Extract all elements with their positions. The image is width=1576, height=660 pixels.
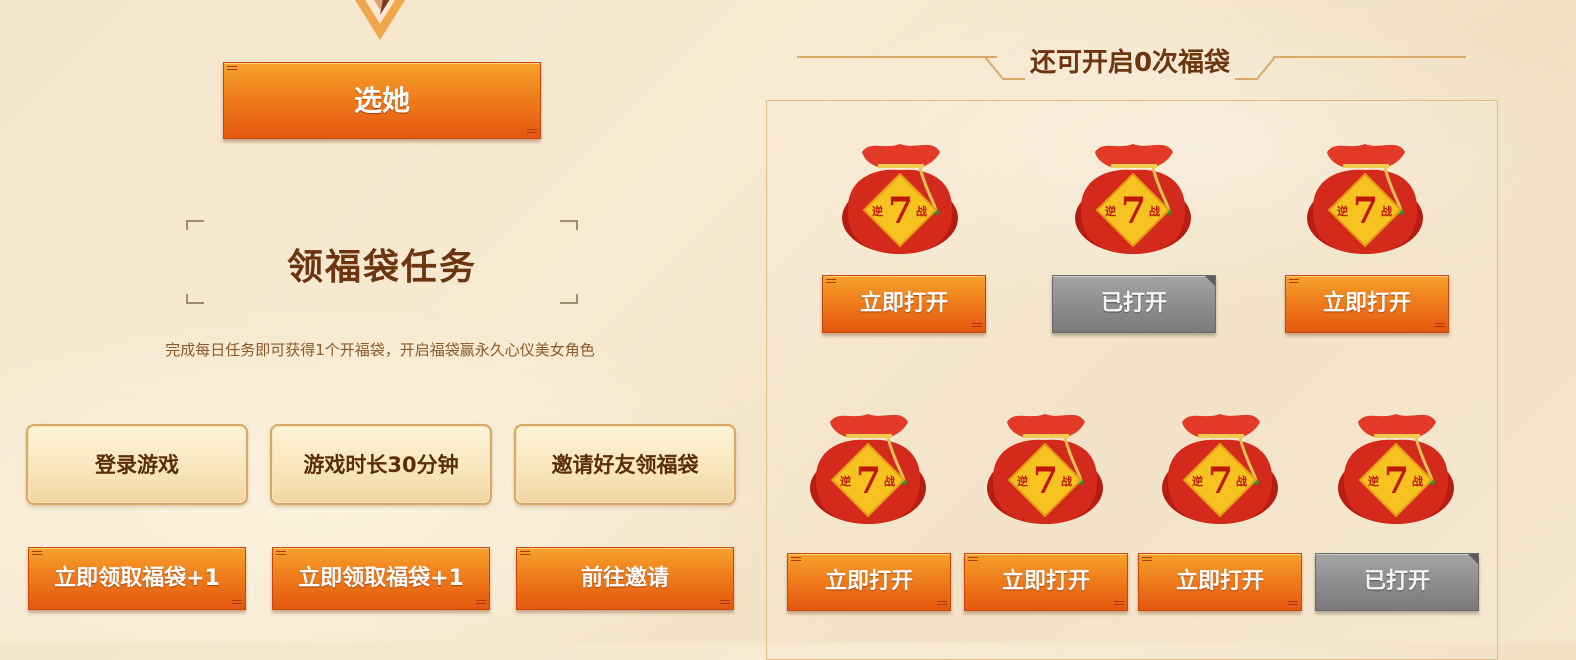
header-divider-right	[1273, 56, 1466, 58]
portrait-frame-tip	[355, 0, 405, 40]
bag-tag-left-char: 逆	[1337, 205, 1348, 218]
lucky-bag-2: 7逆 战	[1073, 130, 1193, 255]
bag-tag-right-char: 战	[916, 205, 927, 218]
bag-tag-left-char: 逆	[1105, 205, 1116, 218]
go-invite-button[interactable]: 前往邀请	[516, 547, 734, 610]
task-card-login: 登录游戏	[26, 424, 248, 505]
bag-opened-button-7: 已打开	[1315, 553, 1479, 611]
bag-tag-number: 7	[1384, 460, 1410, 502]
bag-tag-number: 7	[1353, 190, 1379, 232]
claim-bag-playtime-button[interactable]: 立即领取福袋+1	[272, 547, 490, 610]
bag-tag-right-char: 战	[1412, 475, 1423, 488]
bag-opened-button-2: 已打开	[1052, 275, 1216, 333]
bag-tag-left-char: 逆	[1192, 475, 1203, 488]
task-section-title: 领福袋任务	[286, 247, 477, 288]
lucky-bag-3: 7逆 战	[1305, 130, 1425, 255]
bag-tag-left-char: 逆	[1017, 475, 1028, 488]
lucky-bag-5: 7逆 战	[985, 400, 1105, 525]
bag-tag-number: 7	[856, 460, 882, 502]
task-card-invite: 邀请好友领福袋	[514, 424, 736, 505]
task-card-playtime: 游戏时长30分钟	[270, 424, 492, 505]
lucky-bag-4: 7逆 战	[808, 400, 928, 525]
lucky-bag-6: 7逆 战	[1160, 400, 1280, 525]
claim-bag-login-button[interactable]: 立即领取福袋+1	[28, 547, 246, 610]
bag-tag-right-char: 战	[1061, 475, 1072, 488]
open-bag-button-6[interactable]: 立即打开	[1138, 553, 1302, 611]
bag-tag-left-char: 逆	[1368, 475, 1379, 488]
remaining-opens-counter: 还可开启0次福袋	[1029, 48, 1231, 78]
open-bag-button-5[interactable]: 立即打开	[964, 553, 1128, 611]
open-bag-button-3[interactable]: 立即打开	[1285, 275, 1449, 333]
bag-tag-right-char: 战	[884, 475, 895, 488]
open-bag-button-1[interactable]: 立即打开	[822, 275, 986, 333]
bag-tag-right-char: 战	[1236, 475, 1247, 488]
select-her-button[interactable]: 选她	[223, 62, 541, 139]
bag-tag-number: 7	[1208, 460, 1234, 502]
lucky-bag-1: 7逆 战	[840, 130, 960, 255]
bag-tag-right-char: 战	[1149, 205, 1160, 218]
bag-tag-left-char: 逆	[840, 475, 851, 488]
bag-tag-right-char: 战	[1381, 205, 1392, 218]
bag-tag-number: 7	[1121, 190, 1147, 232]
lucky-bag-7: 7逆 战	[1336, 400, 1456, 525]
task-description: 完成每日任务即可获得1个开福袋，开启福袋赢永久心仪美女角色	[165, 341, 595, 359]
bag-tag-number: 7	[888, 190, 914, 232]
open-bag-button-4[interactable]: 立即打开	[787, 553, 951, 611]
bag-tag-left-char: 逆	[872, 205, 883, 218]
task-section-title-frame: 领福袋任务	[186, 220, 578, 304]
bag-tag-number: 7	[1033, 460, 1059, 502]
header-divider-left	[797, 56, 997, 58]
